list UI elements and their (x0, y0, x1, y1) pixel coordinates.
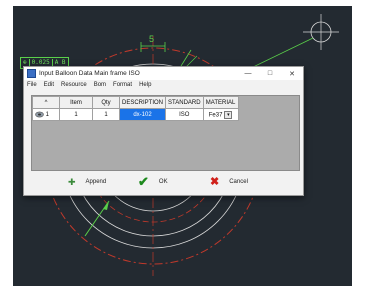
append-button[interactable]: ✚ Append (68, 176, 106, 188)
header-item[interactable]: Item (59, 96, 93, 109)
maximize-button[interactable]: □ (259, 70, 281, 77)
ok-label: OK (158, 179, 168, 185)
cell-item[interactable]: 1 (59, 108, 93, 121)
bom-grid: ^ Item Qty DESCRIPTION STANDARD MATERIAL… (31, 95, 300, 171)
title-bar[interactable]: Input Balloon Data Main frame ISO — □ ✕ (24, 67, 303, 80)
balloon-data-dialog: Input Balloon Data Main frame ISO — □ ✕ … (23, 66, 304, 196)
menu-help[interactable]: Help (139, 82, 151, 88)
ok-button[interactable]: ✔ OK (138, 174, 168, 189)
table-row[interactable]: 1 1 1 dx-102 ISO Fe37 ▾ (32, 108, 239, 121)
cell-description[interactable]: dx-102 (118, 108, 167, 121)
menu-resource[interactable]: Resource (61, 82, 87, 88)
dropdown-arrow-icon[interactable]: ▾ (224, 110, 233, 119)
menu-format[interactable]: Format (113, 82, 132, 88)
window-title: Input Balloon Data Main frame ISO (39, 70, 140, 77)
row-index: 1 (45, 112, 50, 119)
part-icon (35, 111, 44, 118)
cell-material[interactable]: Fe37 ▾ (202, 108, 239, 121)
menu-bom[interactable]: Bom (94, 82, 106, 88)
menu-edit[interactable]: Edit (44, 82, 54, 88)
menu-bar: File Edit Resource Bom Format Help (24, 80, 303, 90)
app-icon (27, 69, 36, 78)
cancel-label: Cancel (229, 179, 248, 185)
header-qty[interactable]: Qty (92, 96, 120, 109)
table-header-row: ^ Item Qty DESCRIPTION STANDARD MATERIAL (32, 96, 239, 109)
plus-icon: ✚ (68, 177, 76, 187)
bom-table: ^ Item Qty DESCRIPTION STANDARD MATERIAL… (32, 96, 239, 121)
dimension-text: 5 (149, 34, 154, 44)
menu-file[interactable]: File (27, 82, 37, 88)
cell-standard[interactable]: ISO (165, 108, 204, 121)
x-icon: ✖ (210, 176, 220, 188)
cell-qty[interactable]: 1 (92, 108, 120, 121)
header-standard[interactable]: STANDARD (165, 96, 204, 109)
header-material[interactable]: MATERIAL (202, 96, 239, 109)
material-value: Fe37 (208, 112, 223, 119)
header-sort[interactable]: ^ (32, 96, 60, 109)
close-button[interactable]: ✕ (281, 70, 303, 78)
button-bar: ✚ Append ✔ OK ✖ Cancel (24, 174, 303, 190)
append-label: Append (85, 179, 107, 185)
cancel-button[interactable]: ✖ Cancel (210, 176, 248, 188)
header-description[interactable]: DESCRIPTION (118, 96, 167, 109)
minimize-button[interactable]: — (237, 70, 259, 77)
row-header-cell[interactable]: 1 (32, 108, 60, 121)
check-icon: ✔ (138, 174, 149, 189)
